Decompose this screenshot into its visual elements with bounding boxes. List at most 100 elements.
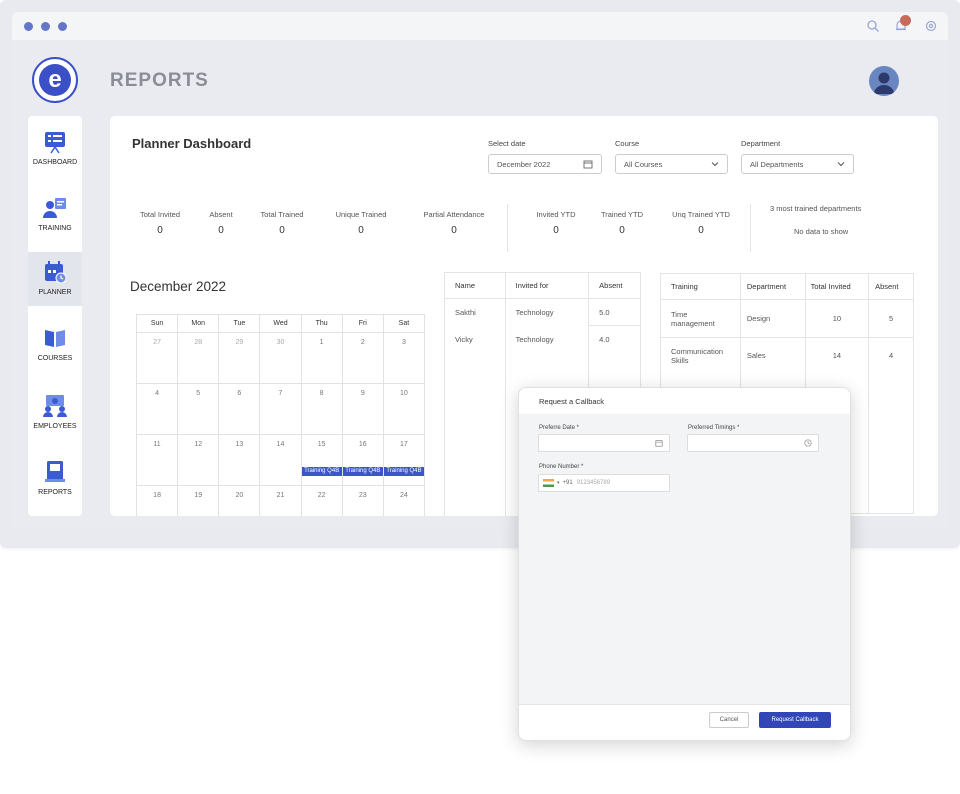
window-dot-icon[interactable] xyxy=(41,22,50,31)
course-select-value: All Courses xyxy=(624,159,663,169)
request-callback-button[interactable]: Request Callback xyxy=(759,712,831,728)
sidebar-item-courses[interactable]: COURSES xyxy=(28,318,82,372)
stat-value: 0 xyxy=(218,225,224,236)
date-picker-value: December 2022 xyxy=(497,159,551,169)
avatar[interactable] xyxy=(869,66,899,96)
column-header: Absent xyxy=(868,273,914,300)
sidebar-item-dashboard[interactable]: DASHBOARD xyxy=(28,122,82,176)
top-departments-label: 3 most trained departments xyxy=(770,204,862,213)
calendar-day[interactable]: 27 xyxy=(135,332,179,384)
calendar-day[interactable]: 23 xyxy=(341,485,384,516)
gear-icon[interactable] xyxy=(924,19,938,33)
courses-icon xyxy=(45,330,65,347)
sidebar-item-label: PLANNER xyxy=(38,289,72,296)
department-select[interactable]: All Departments xyxy=(741,154,854,174)
table-row[interactable]: Time management Design 10 5 xyxy=(660,299,914,338)
department-select-value: All Departments xyxy=(750,159,804,169)
column-header: Total Invited xyxy=(804,273,870,300)
sidebar-item-label: COURSES xyxy=(37,355,73,362)
calendar-day[interactable]: 17 Training Q4B xyxy=(382,434,426,486)
divider xyxy=(507,204,508,252)
calendar-day[interactable]: 30 xyxy=(259,332,302,384)
calendar-day[interactable]: 20 xyxy=(218,485,261,516)
calendar-day[interactable]: 13 xyxy=(218,434,261,486)
sidebar-item-label: DASHBOARD xyxy=(32,159,78,166)
select-date-label: Select date xyxy=(488,139,526,148)
calendar-day[interactable]: 28 xyxy=(177,332,220,384)
calendar-day[interactable]: 15 Training Q4B xyxy=(300,434,343,486)
phone-number-label: Phone Number * xyxy=(539,464,584,470)
calendar-day[interactable]: 12 xyxy=(177,434,220,486)
calendar-day[interactable]: 19 xyxy=(177,485,220,516)
calendar-day[interactable]: 5 xyxy=(177,383,220,435)
table-row[interactable]: Communication Skills Sales 14 4 xyxy=(660,337,914,374)
course-select[interactable]: All Courses xyxy=(615,154,728,174)
dialog-title: Request a Callback xyxy=(539,397,605,406)
column-header: Training xyxy=(660,273,741,300)
sidebar-item-employees[interactable]: EMPLOYEES xyxy=(28,386,82,440)
calendar-day[interactable]: 29 xyxy=(218,332,261,384)
sidebar-item-label: REPORTS xyxy=(38,489,72,496)
column-header: Department xyxy=(739,273,806,300)
table-cell: Vicky xyxy=(444,325,506,353)
cancel-button[interactable]: Cancel xyxy=(709,712,749,728)
calendar-day[interactable]: 2 xyxy=(341,332,384,384)
stat-value: 0 xyxy=(358,225,364,236)
search-icon[interactable] xyxy=(866,19,880,33)
page-title: REPORTS xyxy=(110,70,209,91)
calendar-day[interactable]: 11 xyxy=(135,434,179,486)
column-header: Absent xyxy=(588,272,641,299)
calendar-day[interactable]: 8 xyxy=(300,383,343,435)
stat-value: 0 xyxy=(279,225,285,236)
sidebar: DASHBOARD TRAINING PLANNER COURSES EMPLO… xyxy=(28,116,82,516)
employees-icon xyxy=(43,395,67,417)
chevron-down-icon xyxy=(837,162,845,167)
calendar-day[interactable]: 16 Training Q4B xyxy=(341,434,384,486)
logo-letter: e xyxy=(39,64,71,96)
calendar-day[interactable]: 18 xyxy=(135,485,179,516)
table-row[interactable]: Sakthi Technology 5.0 xyxy=(444,298,641,326)
calendar-day[interactable]: 10 xyxy=(382,383,426,435)
sidebar-item-reports[interactable]: REPORTS xyxy=(28,452,82,506)
table-cell: Design xyxy=(739,299,806,338)
calendar-day[interactable]: 3 xyxy=(382,332,426,384)
window-dot-icon[interactable] xyxy=(58,22,67,31)
calendar-day[interactable]: 14 xyxy=(259,434,302,486)
calendar-day[interactable]: 4 xyxy=(135,383,179,435)
calendar-day-number: 11 xyxy=(153,441,161,448)
stat-label: Absent xyxy=(209,210,233,219)
weekday-header: Fri xyxy=(341,314,384,333)
table-cell: Communication Skills xyxy=(660,337,741,374)
calendar-event[interactable]: Training Q4B xyxy=(342,467,383,476)
calendar-event[interactable]: Training Q4B xyxy=(383,467,424,476)
sidebar-item-training[interactable]: TRAINING xyxy=(28,188,82,242)
weekday-header: Sat xyxy=(382,314,426,333)
calendar-event[interactable]: Training Q4B xyxy=(301,467,342,476)
sidebar-item-planner[interactable]: PLANNER xyxy=(28,252,82,306)
calendar-title: December 2022 xyxy=(130,279,227,294)
calendar-day[interactable]: 24 xyxy=(382,485,426,516)
clock-icon xyxy=(804,439,812,447)
preferred-timings-input[interactable] xyxy=(687,434,819,452)
planner-title: Planner Dashboard xyxy=(132,136,252,151)
calendar-day[interactable]: 6 xyxy=(218,383,261,435)
top-departments-empty: No data to show xyxy=(794,227,849,236)
date-picker[interactable]: December 2022 xyxy=(488,154,602,174)
notification-badge xyxy=(900,15,911,26)
table-cell: Sakthi xyxy=(444,298,506,326)
calendar-day[interactable]: 21 xyxy=(259,485,302,516)
window-dot-icon[interactable] xyxy=(24,22,33,31)
calendar-day-number: 16 xyxy=(358,441,367,448)
app-logo[interactable]: e xyxy=(32,57,78,103)
table-row[interactable]: Vicky Technology 4.0 xyxy=(444,325,641,353)
calendar-day[interactable]: 22 xyxy=(300,485,343,516)
calendar-day[interactable]: 7 xyxy=(259,383,302,435)
window-titlebar xyxy=(12,12,948,40)
preferred-date-input[interactable] xyxy=(538,434,670,452)
india-flag-icon xyxy=(543,479,554,487)
calendar-day[interactable]: 9 xyxy=(341,383,384,435)
calendar-day[interactable]: 1 xyxy=(300,332,343,384)
phone-number-input[interactable]: ▾ +91 9123456789 xyxy=(538,474,670,492)
chevron-down-icon[interactable]: ▾ xyxy=(557,480,560,486)
divider xyxy=(750,204,751,252)
